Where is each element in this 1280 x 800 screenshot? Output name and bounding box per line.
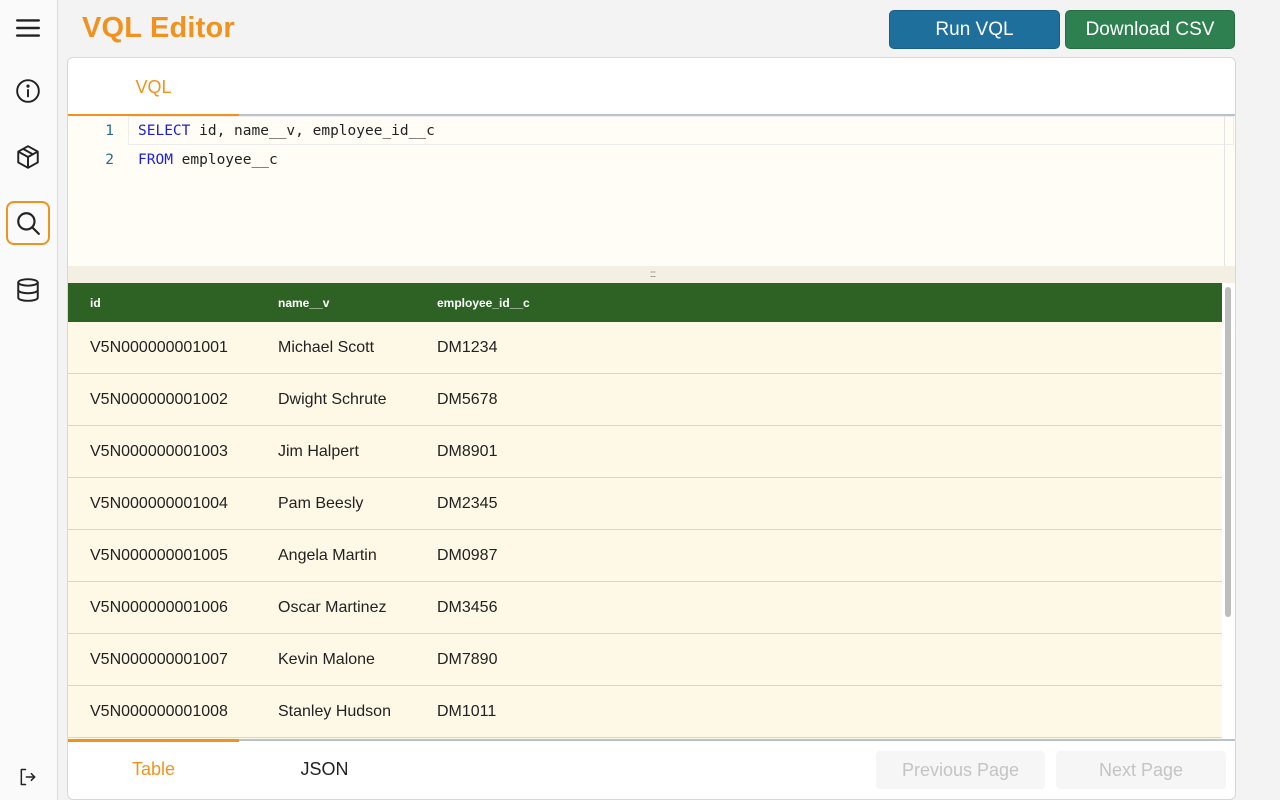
cell-name: Dwight Schrute <box>278 391 387 408</box>
editor-scrollbar-track <box>1224 116 1225 266</box>
tab-table[interactable]: Table <box>68 741 239 797</box>
next-page-button[interactable]: Next Page <box>1056 751 1226 789</box>
table-row[interactable]: V5N000000001007 Kevin Malone DM7890 <box>68 634 1222 686</box>
line-number: 2 <box>105 151 114 168</box>
search-icon <box>17 212 40 235</box>
code-text: employee__c <box>172 151 278 168</box>
tab-json[interactable]: JSON <box>239 741 410 797</box>
cell-employee-id: DM0987 <box>437 547 498 564</box>
code-line: 2 FROM employee__c <box>68 145 278 174</box>
sidebar <box>0 0 58 800</box>
column-header-name[interactable]: name__v <box>278 296 329 310</box>
line-number: 1 <box>105 122 114 139</box>
search-button[interactable] <box>6 201 50 245</box>
cell-id: V5N000000001001 <box>90 339 228 356</box>
code-editor[interactable]: 1 SELECT id, name__v, employee_id__c 2 F… <box>68 116 1235 266</box>
menu-button[interactable] <box>6 6 50 50</box>
cell-employee-id: DM3456 <box>437 599 498 616</box>
cell-id: V5N000000001007 <box>90 651 228 668</box>
cell-id: V5N000000001002 <box>90 391 228 408</box>
results-table: id name__v employee_id__c V5N00000000100… <box>68 283 1222 739</box>
cell-name: Michael Scott <box>278 339 375 356</box>
cell-name: Jim Halpert <box>278 443 359 460</box>
package-icon <box>17 145 39 169</box>
table-row[interactable]: V5N000000001008 Stanley Hudson DM1011 <box>68 686 1222 738</box>
table-row[interactable]: V5N000000001005 Angela Martin DM0987 <box>68 530 1222 582</box>
cell-employee-id: DM1234 <box>437 339 498 356</box>
table-header: id name__v employee_id__c <box>68 283 1222 322</box>
cell-id: V5N000000001006 <box>90 599 228 616</box>
cell-employee-id: DM2345 <box>437 495 498 512</box>
cell-name: Kevin Malone <box>278 651 375 668</box>
previous-page-button[interactable]: Previous Page <box>876 751 1045 789</box>
cell-id: V5N000000001005 <box>90 547 228 564</box>
info-button[interactable] <box>6 69 50 113</box>
logout-icon <box>20 768 36 786</box>
editor-card: VQL 1 SELECT id, name__v, employee_id__c… <box>67 57 1236 800</box>
database-icon <box>17 278 39 302</box>
cell-employee-id: DM8901 <box>437 443 498 460</box>
info-icon <box>16 79 40 103</box>
cell-employee-id: DM1011 <box>437 703 497 720</box>
column-header-employee-id[interactable]: employee_id__c <box>437 296 530 310</box>
table-row[interactable]: V5N000000001001 Michael Scott DM1234 <box>68 322 1222 374</box>
table-row[interactable]: V5N000000001003 Jim Halpert DM8901 <box>68 426 1222 478</box>
tab-vql[interactable]: VQL <box>68 58 239 116</box>
cell-id: V5N000000001003 <box>90 443 228 460</box>
run-vql-button[interactable]: Run VQL <box>889 10 1060 49</box>
vql-editor-app: VQL Editor Run VQL Download CSV VQL 1 SE… <box>0 0 1280 800</box>
sql-keyword: SELECT <box>138 122 191 139</box>
cell-name: Stanley Hudson <box>278 703 391 720</box>
cell-name: Pam Beesly <box>278 495 364 512</box>
cell-name: Oscar Martinez <box>278 599 387 616</box>
page-title: VQL Editor <box>82 12 235 44</box>
code-line: 1 SELECT id, name__v, employee_id__c <box>68 116 435 145</box>
cell-id: V5N000000001008 <box>90 703 228 720</box>
resize-handle[interactable]: ::: <box>68 266 1235 283</box>
table-row[interactable]: V5N000000001002 Dwight Schrute DM5678 <box>68 374 1222 426</box>
table-row[interactable]: V5N000000001004 Pam Beesly DM2345 <box>68 478 1222 530</box>
table-row[interactable]: V5N000000001006 Oscar Martinez DM3456 <box>68 582 1222 634</box>
database-button[interactable] <box>6 268 50 312</box>
cell-employee-id: DM5678 <box>437 391 498 408</box>
menu-icon <box>15 19 41 37</box>
cell-id: V5N000000001004 <box>90 495 228 512</box>
download-csv-button[interactable]: Download CSV <box>1065 10 1235 49</box>
cell-employee-id: DM7890 <box>437 651 498 668</box>
logout-button[interactable] <box>6 755 50 799</box>
cell-name: Angela Martin <box>278 547 377 564</box>
results-scrollbar[interactable] <box>1225 287 1231 617</box>
sql-keyword: FROM <box>138 151 173 168</box>
code-text: id, name__v, employee_id__c <box>190 122 435 139</box>
package-button[interactable] <box>6 135 50 179</box>
column-header-id[interactable]: id <box>90 296 101 310</box>
